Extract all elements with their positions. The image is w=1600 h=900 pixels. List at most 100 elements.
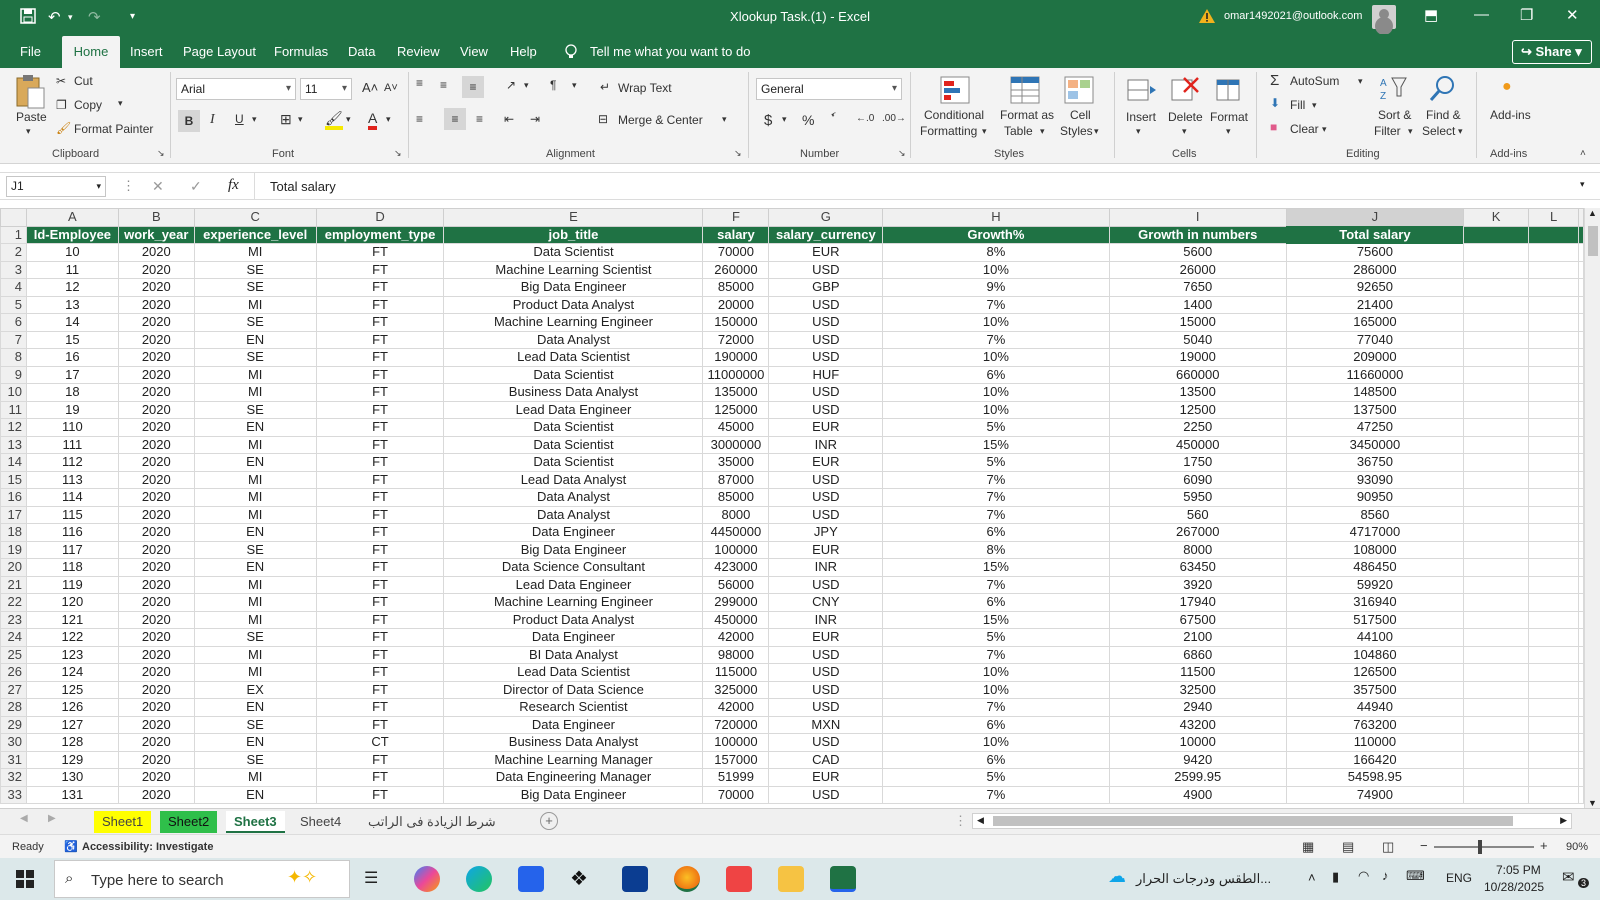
orientation-dropdown-icon[interactable]: ▾ bbox=[524, 80, 529, 91]
cell[interactable]: Data Scientist bbox=[443, 418, 704, 437]
cell[interactable]: Data Analyst bbox=[443, 330, 704, 349]
cell[interactable]: Lead Data Engineer bbox=[443, 400, 704, 419]
cell[interactable]: SE bbox=[193, 540, 317, 559]
cell[interactable]: MI bbox=[193, 663, 317, 682]
cell[interactable]: 325000 bbox=[702, 680, 770, 699]
empty-cell[interactable] bbox=[1462, 645, 1530, 664]
cell[interactable]: 125 bbox=[25, 680, 119, 699]
cell[interactable]: 7% bbox=[882, 645, 1110, 664]
cell[interactable]: 7% bbox=[882, 698, 1110, 717]
cell[interactable]: Big Data Engineer bbox=[443, 540, 704, 559]
empty-cell[interactable] bbox=[1462, 785, 1530, 804]
empty-cell[interactable] bbox=[1462, 365, 1530, 384]
cell[interactable]: 2020 bbox=[117, 453, 195, 472]
cell[interactable]: 2100 bbox=[1108, 628, 1287, 647]
cell[interactable]: 4900 bbox=[1108, 785, 1287, 804]
autosum-button[interactable]: AutoSum bbox=[1290, 74, 1339, 88]
cell[interactable]: 11 bbox=[25, 260, 119, 279]
cell[interactable]: MI bbox=[193, 365, 317, 384]
cell[interactable]: 150000 bbox=[702, 313, 770, 332]
cell[interactable]: 299000 bbox=[702, 593, 770, 612]
column-header[interactable]: E bbox=[443, 208, 704, 227]
cell[interactable]: 486450 bbox=[1285, 558, 1464, 577]
cell[interactable]: MI bbox=[193, 610, 317, 629]
column-title-cell[interactable]: job_title bbox=[443, 225, 704, 244]
cell[interactable]: 5950 bbox=[1108, 488, 1287, 507]
cell[interactable]: 763200 bbox=[1285, 715, 1464, 734]
empty-cell[interactable] bbox=[1462, 260, 1530, 279]
cell[interactable]: 7% bbox=[882, 785, 1110, 804]
cancel-entry-icon[interactable]: ✕ bbox=[152, 178, 164, 195]
cell[interactable]: 10 bbox=[25, 243, 119, 262]
empty-cell[interactable] bbox=[1528, 453, 1579, 472]
cell[interactable]: 129 bbox=[25, 750, 119, 769]
column-title-cell[interactable]: Growth% bbox=[882, 225, 1110, 244]
column-title-cell[interactable]: salary bbox=[702, 225, 770, 244]
cell[interactable]: 16 bbox=[25, 348, 119, 367]
vertical-scroll-thumb[interactable] bbox=[1588, 226, 1598, 256]
cell[interactable]: SE bbox=[193, 400, 317, 419]
cell[interactable]: HUF bbox=[768, 365, 884, 384]
empty-cell[interactable] bbox=[1462, 558, 1530, 577]
align-center-icon[interactable]: ≡ bbox=[444, 108, 466, 130]
cell[interactable]: Data Engineer bbox=[443, 628, 704, 647]
cell[interactable]: 56000 bbox=[702, 575, 770, 594]
cell[interactable]: 7% bbox=[882, 295, 1110, 314]
find-select-dropdown-icon[interactable]: ▾ bbox=[1458, 126, 1463, 137]
cell[interactable]: MI bbox=[193, 295, 317, 314]
empty-cell[interactable] bbox=[1528, 330, 1579, 349]
cell[interactable]: 10% bbox=[882, 680, 1110, 699]
cell[interactable]: 2020 bbox=[117, 733, 195, 752]
row-header[interactable]: 19 bbox=[0, 540, 27, 559]
sheet-tab-2[interactable]: Sheet2 bbox=[160, 811, 218, 833]
cell[interactable]: 11500 bbox=[1108, 663, 1287, 682]
paste-dropdown-icon[interactable]: ▾ bbox=[26, 126, 31, 137]
cell[interactable]: Lead Data Analyst bbox=[443, 470, 704, 489]
row-header[interactable]: 24 bbox=[0, 628, 27, 647]
cell[interactable]: 7% bbox=[882, 505, 1110, 524]
dropbox-icon[interactable]: ❖ bbox=[570, 866, 588, 891]
cell[interactable]: 15000 bbox=[1108, 313, 1287, 332]
row-header[interactable]: 22 bbox=[0, 593, 27, 612]
scroll-up-icon[interactable]: ▲ bbox=[1588, 208, 1597, 218]
cell[interactable]: 3000000 bbox=[702, 435, 770, 454]
cell[interactable]: USD bbox=[768, 663, 884, 682]
cell-styles-dropdown-icon[interactable]: ▾ bbox=[1094, 126, 1099, 137]
empty-cell[interactable] bbox=[1578, 715, 1584, 734]
cell[interactable]: Big Data Engineer bbox=[443, 785, 704, 804]
cell[interactable]: SE bbox=[193, 260, 317, 279]
cell[interactable]: 2020 bbox=[117, 400, 195, 419]
empty-cell[interactable] bbox=[1528, 470, 1579, 489]
cell[interactable]: 7% bbox=[882, 330, 1110, 349]
tab-help[interactable]: Help bbox=[510, 44, 537, 59]
cell[interactable]: 8000 bbox=[702, 505, 770, 524]
cell[interactable]: 2940 bbox=[1108, 698, 1287, 717]
bold-icon[interactable]: B bbox=[178, 110, 200, 132]
cell[interactable]: 286000 bbox=[1285, 260, 1464, 279]
cell[interactable]: 47250 bbox=[1285, 418, 1464, 437]
empty-cell[interactable] bbox=[1528, 348, 1579, 367]
firefox-icon[interactable] bbox=[674, 866, 700, 892]
cell[interactable]: 12 bbox=[25, 278, 119, 297]
cell[interactable]: 98000 bbox=[702, 645, 770, 664]
cell[interactable]: Machine Learning Scientist bbox=[443, 260, 704, 279]
cell[interactable]: 166420 bbox=[1285, 750, 1464, 769]
cell[interactable]: FT bbox=[315, 663, 445, 682]
cell[interactable]: 14 bbox=[25, 313, 119, 332]
cell[interactable]: MI bbox=[193, 470, 317, 489]
sheet-tab-5[interactable]: شرط الزيادة فى الراتب bbox=[360, 811, 504, 833]
cell[interactable]: FT bbox=[315, 330, 445, 349]
warning-icon[interactable] bbox=[1198, 8, 1216, 24]
alignment-launcher-icon[interactable]: ↘ bbox=[734, 148, 742, 159]
cell[interactable]: Lead Data Engineer bbox=[443, 575, 704, 594]
cell[interactable]: Data Analyst bbox=[443, 488, 704, 507]
tab-data[interactable]: Data bbox=[348, 44, 375, 59]
cell[interactable]: 10% bbox=[882, 313, 1110, 332]
cell[interactable]: 2020 bbox=[117, 435, 195, 454]
cell[interactable]: EN bbox=[193, 785, 317, 804]
cell[interactable]: FT bbox=[315, 698, 445, 717]
cell[interactable]: FT bbox=[315, 383, 445, 402]
cell[interactable]: Director of Data Science bbox=[443, 680, 704, 699]
cell[interactable]: Machine Learning Engineer bbox=[443, 593, 704, 612]
cell[interactable]: 2599.95 bbox=[1108, 768, 1287, 787]
